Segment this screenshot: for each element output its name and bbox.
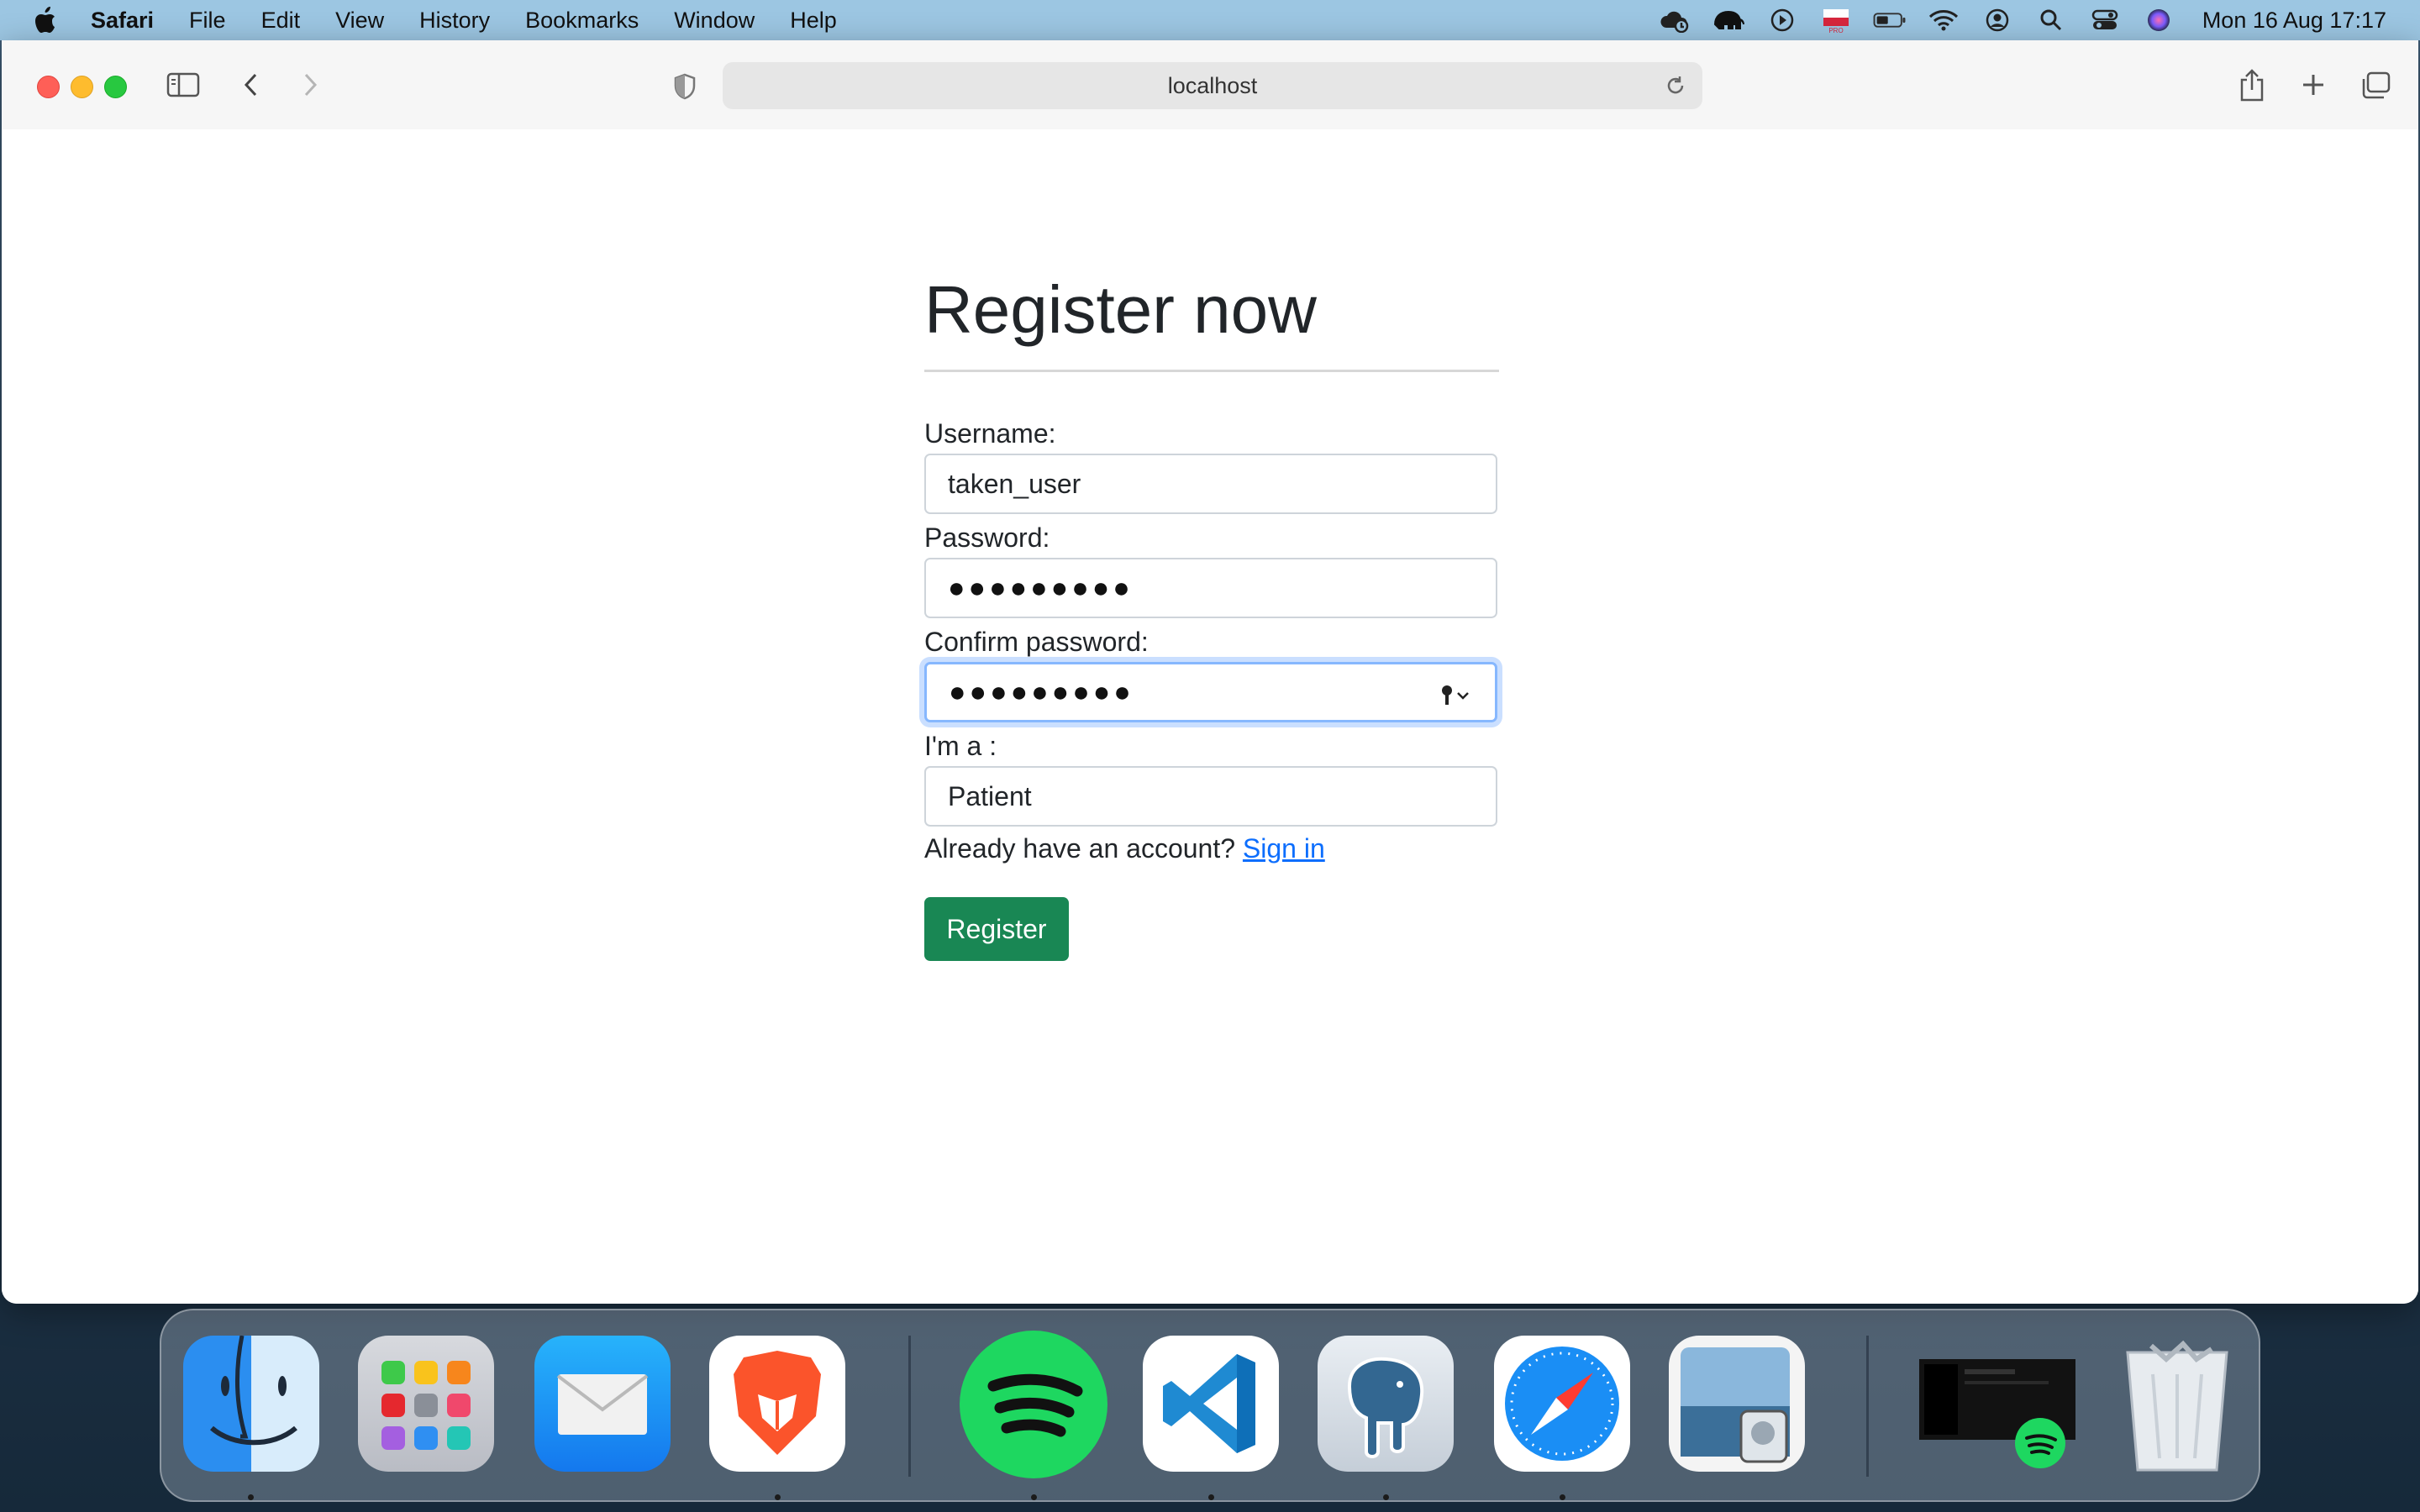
reload-icon[interactable] xyxy=(1664,74,1687,97)
menu-view[interactable]: View xyxy=(335,8,384,34)
flag-icon[interactable]: PRO xyxy=(1819,7,1853,34)
menu-app-safari[interactable]: Safari xyxy=(91,8,154,34)
menu-edit[interactable]: Edit xyxy=(261,8,301,34)
address-text[interactable]: localhost xyxy=(723,62,1702,109)
dock xyxy=(160,1309,2260,1502)
status-area: PRO Mon 16 Aug 17:17 xyxy=(1638,0,2420,40)
dock-separator xyxy=(908,1336,911,1477)
dock-vscode-icon[interactable] xyxy=(1143,1336,1279,1472)
wifi-icon[interactable] xyxy=(1927,7,1960,34)
dock-safari-icon[interactable] xyxy=(1494,1336,1630,1472)
sidebar-toggle-icon[interactable] xyxy=(166,71,200,99)
username-label: Username: xyxy=(924,418,1056,449)
signin-prompt: Already have an account? xyxy=(924,833,1236,864)
address-bar[interactable]: localhost xyxy=(723,62,1702,109)
control-center-icon[interactable] xyxy=(2088,7,2122,34)
dock-running-indicator xyxy=(775,1494,781,1500)
apple-icon[interactable] xyxy=(34,6,59,34)
page-content: Register now Username: taken_user Passwo… xyxy=(2,129,2418,1304)
role-select[interactable]: Patient xyxy=(924,766,1497,827)
window-minimize-button[interactable] xyxy=(71,76,93,98)
dock-finder-icon[interactable] xyxy=(183,1336,319,1472)
dock-running-indicator xyxy=(1208,1494,1214,1500)
password-value: ●●●●●●●●● xyxy=(948,571,1134,604)
window-zoom-button[interactable] xyxy=(104,76,127,98)
dock-running-indicator xyxy=(1560,1494,1565,1500)
menu-file[interactable]: File xyxy=(189,8,226,34)
menu-help[interactable]: Help xyxy=(790,8,837,34)
dock-spotify-icon[interactable] xyxy=(960,1331,1107,1478)
dock-running-indicator xyxy=(248,1494,254,1500)
username-input[interactable]: taken_user xyxy=(924,454,1497,514)
safari-window: localhost Register now Username: taken_u… xyxy=(2,40,2418,1304)
user-icon[interactable] xyxy=(1981,7,2014,34)
privacy-shield-icon[interactable] xyxy=(671,72,699,101)
tab-overview-icon[interactable] xyxy=(2360,71,2391,101)
dock-mail-icon[interactable] xyxy=(534,1336,671,1472)
elephant-icon[interactable] xyxy=(1712,7,1745,34)
menu-bar: Safari File Edit View History Bookmarks … xyxy=(0,0,2420,40)
dock-running-indicator xyxy=(1031,1494,1037,1500)
dock-running-indicator xyxy=(1383,1494,1389,1500)
cloud-sync-icon[interactable] xyxy=(1658,7,1691,34)
share-icon[interactable] xyxy=(2237,67,2267,102)
role-label: I'm a : xyxy=(924,731,997,761)
window-close-button[interactable] xyxy=(37,76,60,98)
battery-icon[interactable] xyxy=(1873,7,1907,34)
signin-link[interactable]: Sign in xyxy=(1243,833,1325,864)
password-input[interactable]: ●●●●●●●●● xyxy=(924,558,1497,618)
signin-prompt-line: Already have an account? Sign in xyxy=(924,832,1325,865)
password-label: Password: xyxy=(924,522,1050,553)
browser-toolbar: localhost xyxy=(2,40,2418,131)
password-autofill-key-icon[interactable] xyxy=(1439,683,1473,706)
confirm-password-input[interactable]: ●●●●●●●●● xyxy=(924,662,1497,722)
dock-separator xyxy=(1866,1336,1869,1477)
confirm-password-label: Confirm password: xyxy=(924,627,1149,657)
new-tab-icon[interactable] xyxy=(2299,71,2328,99)
dock-brave-icon[interactable] xyxy=(709,1336,845,1472)
menu-clock[interactable]: Mon 16 Aug 17:17 xyxy=(2202,8,2386,34)
dock-trash-icon[interactable] xyxy=(2109,1336,2245,1472)
confirm-password-value: ●●●●●●●●● xyxy=(949,675,1134,708)
svg-text:PRO: PRO xyxy=(1828,27,1843,34)
dock-postgres-icon[interactable] xyxy=(1318,1336,1454,1472)
title-divider xyxy=(924,370,1499,372)
menu-history[interactable]: History xyxy=(419,8,490,34)
forward-icon[interactable] xyxy=(297,71,323,99)
username-value: taken_user xyxy=(948,468,1081,499)
dock-minimized-spotify-window[interactable] xyxy=(1914,1336,2079,1472)
page-title: Register now xyxy=(924,272,1317,347)
role-selected-value: Patient xyxy=(948,780,1032,811)
dock-launchpad-icon[interactable] xyxy=(358,1336,494,1472)
menu-window[interactable]: Window xyxy=(674,8,755,34)
register-button[interactable]: Register xyxy=(924,897,1069,961)
back-icon[interactable] xyxy=(239,71,264,99)
menu-bookmarks[interactable]: Bookmarks xyxy=(525,8,639,34)
search-icon[interactable] xyxy=(2034,7,2068,34)
siri-icon[interactable] xyxy=(2142,7,2175,34)
play-icon[interactable] xyxy=(1765,7,1799,34)
dock-preview-icon[interactable] xyxy=(1669,1336,1805,1472)
